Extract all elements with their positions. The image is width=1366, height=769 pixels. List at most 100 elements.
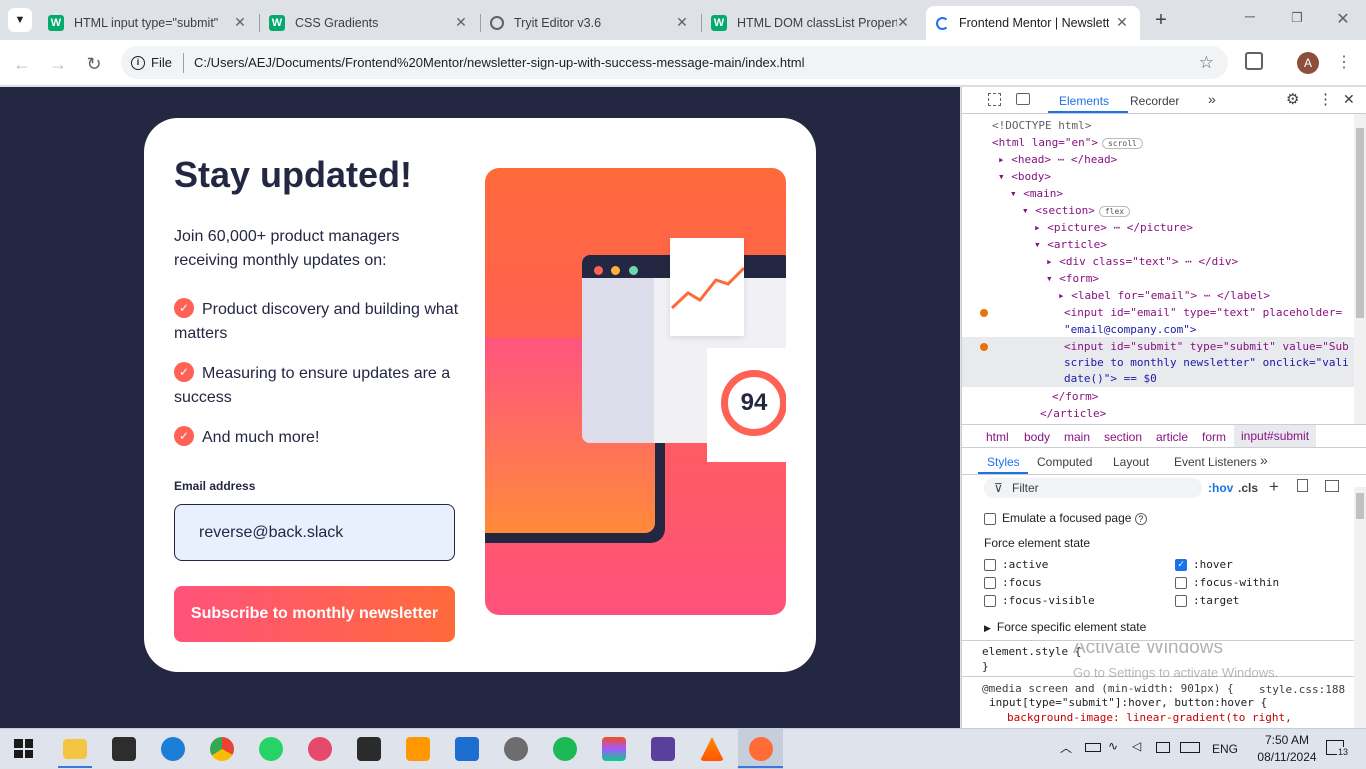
- emulate-focus-checkbox[interactable]: Emulate a focused page ?: [984, 511, 1147, 525]
- minimize-button[interactable]: ─: [1238, 8, 1262, 32]
- tab-elements[interactable]: Elements: [1059, 94, 1109, 108]
- dom-line[interactable]: <input id="email" type="text" placeholde…: [1064, 306, 1342, 319]
- tab-search-button[interactable]: ▼: [8, 8, 32, 32]
- spotify-icon[interactable]: [553, 737, 577, 761]
- selector-rule[interactable]: input[type="submit"]:hover, button:hover…: [989, 696, 1267, 709]
- cls-toggle[interactable]: .cls: [1238, 481, 1258, 495]
- dom-line[interactable]: ▾ <body>: [998, 170, 1051, 183]
- whatsapp-icon[interactable]: [259, 737, 283, 761]
- menu-kebab-icon[interactable]: ⋮: [1318, 90, 1333, 108]
- sublime-text-icon[interactable]: [406, 737, 430, 761]
- breadcrumb-item[interactable]: main: [1064, 430, 1090, 444]
- breadcrumb-item[interactable]: article: [1156, 430, 1188, 444]
- close-icon[interactable]: ✕: [453, 14, 469, 30]
- tab-styles[interactable]: Styles: [987, 455, 1020, 469]
- add-rule-icon[interactable]: +: [1269, 477, 1279, 497]
- checkbox[interactable]: [984, 559, 996, 571]
- figma-icon[interactable]: [602, 737, 626, 761]
- extensions-icon[interactable]: [1245, 52, 1263, 70]
- battery-icon[interactable]: [1085, 743, 1101, 752]
- dom-scrollbar[interactable]: [1354, 114, 1366, 424]
- state-focus-visible[interactable]: :focus-visible: [984, 594, 1095, 607]
- menu-kebab-icon[interactable]: ⋮: [1336, 52, 1352, 74]
- dom-line[interactable]: </form>: [1052, 390, 1098, 403]
- dom-line[interactable]: "email@company.com">: [1064, 323, 1196, 336]
- close-icon[interactable]: ✕: [674, 14, 690, 30]
- chevron-up-icon[interactable]: ︿: [1060, 739, 1072, 756]
- breadcrumb-item-selected[interactable]: input#submit: [1234, 425, 1317, 447]
- bookmark-star-icon[interactable]: ☆: [1199, 53, 1214, 73]
- checkbox[interactable]: [1175, 595, 1187, 607]
- chrome-icon[interactable]: [210, 737, 234, 761]
- camera-icon[interactable]: [1156, 742, 1170, 753]
- checkbox[interactable]: [984, 512, 996, 525]
- state-focus-within[interactable]: :focus-within: [1175, 576, 1279, 589]
- video-editor-icon[interactable]: [455, 737, 479, 761]
- hov-toggle[interactable]: :hov: [1208, 481, 1233, 495]
- device-toolbar-icon[interactable]: [1016, 93, 1030, 105]
- close-icon[interactable]: ✕: [895, 14, 911, 30]
- more-tabs-icon[interactable]: »: [1208, 91, 1216, 107]
- postman-icon[interactable]: [749, 737, 773, 761]
- dom-line[interactable]: ▸ <label for="email"> ⋯ </label>: [1058, 289, 1270, 302]
- property-rule[interactable]: background-image: linear-gradient(to rig…: [1007, 711, 1292, 724]
- more-tabs-icon[interactable]: »: [1260, 452, 1268, 468]
- scrollbar-thumb[interactable]: [1356, 128, 1364, 318]
- email-field[interactable]: reverse@back.slack: [174, 504, 455, 561]
- close-icon[interactable]: ✕: [1343, 91, 1355, 108]
- clock-date[interactable]: 08/11/2024: [1255, 750, 1319, 764]
- wps-office-icon[interactable]: [308, 737, 332, 761]
- new-tab-button[interactable]: +: [1150, 9, 1172, 31]
- source-link[interactable]: style.css:188: [1259, 683, 1345, 696]
- tab-5-active[interactable]: Frontend Mentor | Newslette ✕: [926, 6, 1140, 40]
- rule-element-style[interactable]: element.style {: [982, 645, 1081, 658]
- terminal-icon[interactable]: [357, 737, 381, 761]
- inspect-icon[interactable]: [988, 93, 1001, 106]
- close-window-button[interactable]: ✕: [1331, 9, 1355, 31]
- tab-2[interactable]: W CSS Gradients ✕: [261, 6, 479, 40]
- restore-button[interactable]: ❐: [1285, 10, 1309, 32]
- subscribe-button[interactable]: Subscribe to monthly newsletter: [174, 586, 455, 642]
- help-icon[interactable]: ?: [1134, 513, 1147, 525]
- dom-line[interactable]: ▸ <picture> ⋯ </picture>: [1034, 221, 1193, 234]
- tab-computed[interactable]: Computed: [1037, 455, 1092, 469]
- forward-button[interactable]: →: [47, 53, 69, 75]
- breadcrumb-item[interactable]: form: [1202, 430, 1226, 444]
- tab-1[interactable]: W HTML input type="submit" ✕: [40, 6, 258, 40]
- dom-line[interactable]: ▾ <form>: [1046, 272, 1099, 285]
- state-target[interactable]: :target: [1175, 594, 1239, 607]
- keyboard-icon[interactable]: [1180, 742, 1200, 753]
- tab-layout[interactable]: Layout: [1113, 455, 1149, 469]
- dom-line[interactable]: ▸ <head> ⋯ </head>: [998, 153, 1117, 166]
- volume-icon[interactable]: ◁: [1132, 739, 1141, 753]
- breadcrumb-item[interactable]: html: [986, 430, 1009, 444]
- dom-line[interactable]: date()"> == $0: [1064, 372, 1157, 385]
- dom-line[interactable]: scribe to monthly newsletter" onclick="v…: [1064, 356, 1349, 369]
- dom-line[interactable]: ▸ <div class="text"> ⋯ </div>: [1046, 255, 1238, 268]
- styles-scrollbar[interactable]: [1354, 487, 1366, 728]
- checkbox[interactable]: [984, 577, 996, 589]
- media-player-icon[interactable]: [504, 737, 528, 761]
- state-active[interactable]: :active: [984, 558, 1048, 571]
- tab-recorder[interactable]: Recorder: [1130, 94, 1179, 108]
- scrollbar-thumb[interactable]: [1356, 493, 1364, 519]
- tab-3[interactable]: Tryit Editor v3.6 ✕: [482, 6, 700, 40]
- vlc-icon[interactable]: [700, 737, 724, 761]
- sidebar-toggle-icon[interactable]: [1325, 480, 1339, 492]
- dom-line[interactable]: ▾ <article>: [1034, 238, 1107, 251]
- url-text[interactable]: C:/Users/AEJ/Documents/Frontend%20Mentor…: [194, 55, 805, 70]
- edge-icon[interactable]: [161, 737, 185, 761]
- back-button[interactable]: ←: [11, 53, 33, 75]
- state-hover[interactable]: ✓:hover: [1175, 558, 1233, 571]
- breadcrumb-item[interactable]: section: [1104, 430, 1142, 444]
- checkbox[interactable]: [1175, 577, 1187, 589]
- checkbox[interactable]: [984, 595, 996, 607]
- tab-4[interactable]: W HTML DOM classList Propert ✕: [703, 6, 921, 40]
- state-focus[interactable]: :focus: [984, 576, 1042, 589]
- jw-app-icon[interactable]: [651, 737, 675, 761]
- checkbox-checked[interactable]: ✓: [1175, 559, 1187, 571]
- language-indicator[interactable]: ENG: [1212, 742, 1238, 756]
- omnibox[interactable]: i File C:/Users/AEJ/Documents/Frontend%2…: [121, 46, 1228, 79]
- force-specific-toggle[interactable]: ▶ Force specific element state: [984, 620, 1146, 634]
- wifi-icon[interactable]: ∿: [1108, 739, 1118, 753]
